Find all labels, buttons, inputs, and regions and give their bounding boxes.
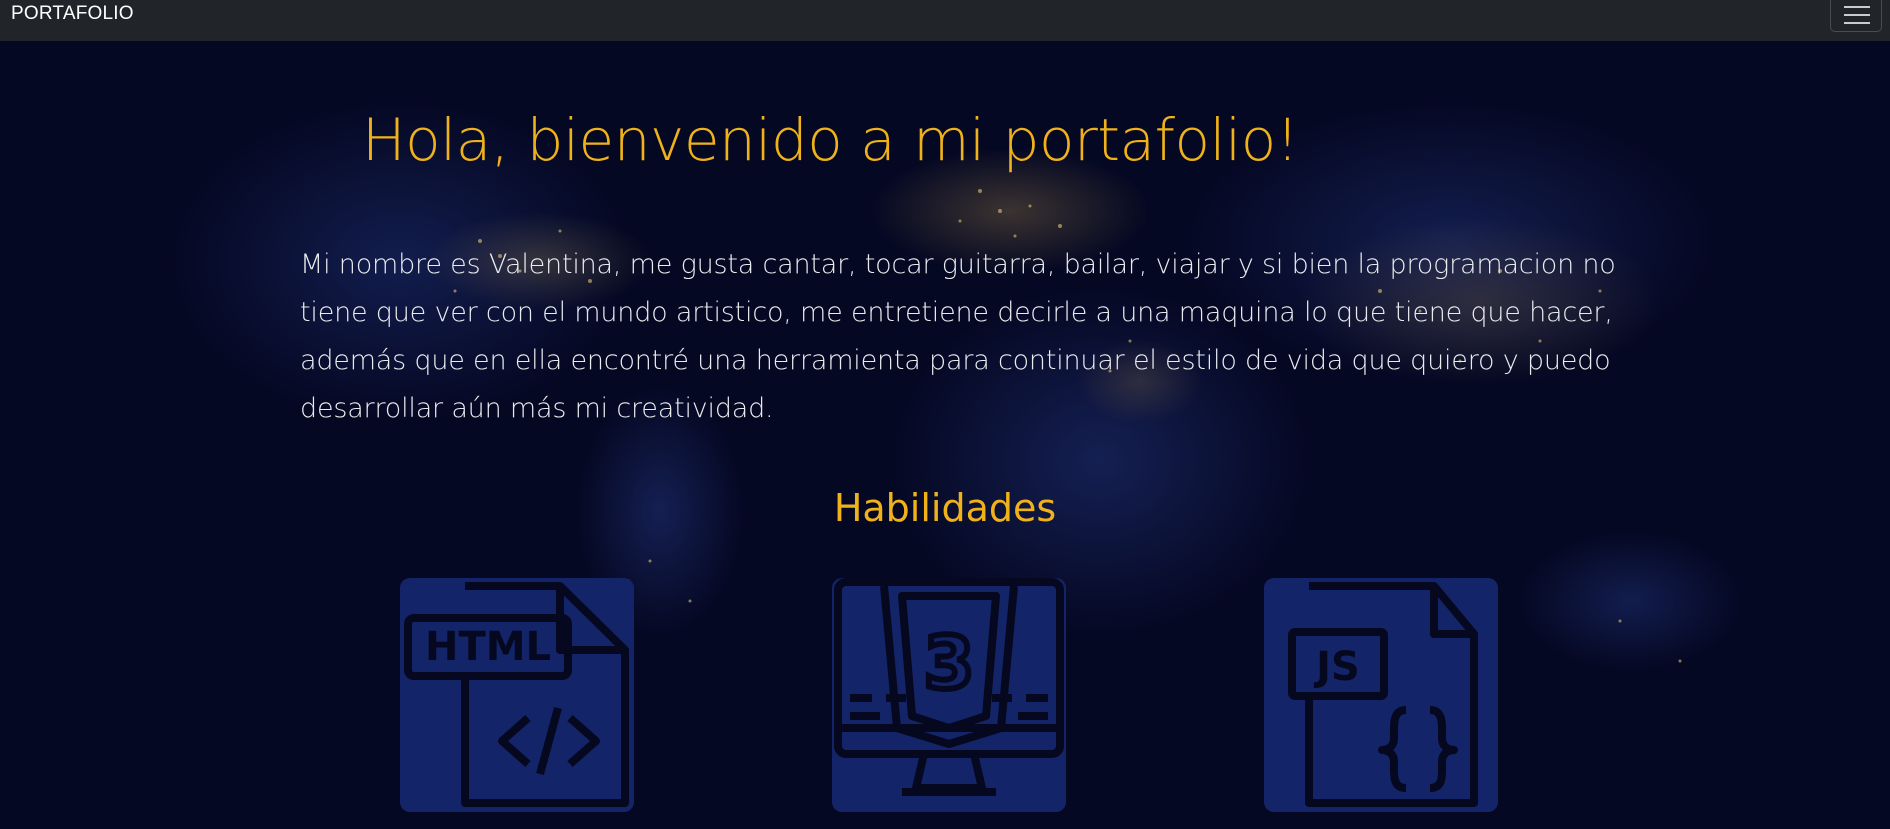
js-file-icon: JS	[1288, 582, 1478, 807]
hamburger-menu-icon	[1844, 6, 1870, 24]
svg-text:3: 3	[924, 621, 974, 705]
navbar-toggler-button[interactable]	[1830, 0, 1882, 32]
html-file-icon: HTML	[404, 582, 629, 807]
skill-card-js: JS	[1264, 578, 1498, 812]
skills-title: Habilidades	[833, 486, 1057, 530]
navbar-brand[interactable]: PORTAFOLIO	[11, 2, 134, 26]
navbar: PORTAFOLIO	[0, 0, 1890, 41]
hero-section: Hola, bienvenido a mi portafolio! Mi nom…	[0, 41, 1890, 829]
skill-card-css: 3	[832, 578, 1066, 812]
svg-text:HTML: HTML	[425, 624, 551, 670]
skill-card-html: HTML	[400, 578, 634, 812]
svg-text:JS: JS	[1313, 644, 1360, 690]
intro-paragraph: Mi nombre es Valentina, me gusta cantar,…	[300, 249, 1616, 424]
hero-title: Hola, bienvenido a mi portafolio!	[362, 106, 1299, 174]
css3-monitor-icon: 3	[834, 578, 1064, 796]
